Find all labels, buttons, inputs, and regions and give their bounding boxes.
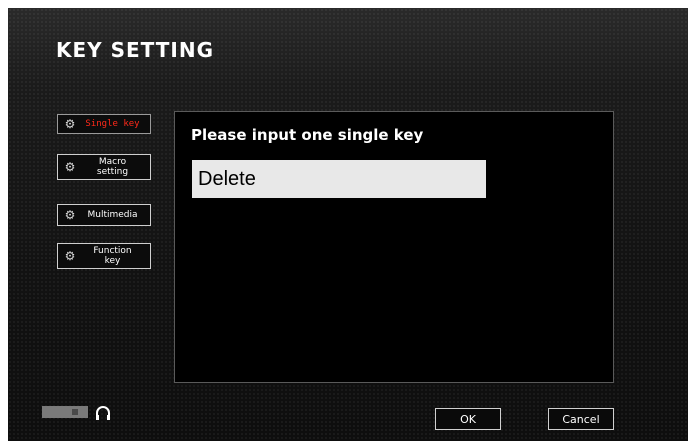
- brand-logo-icon: [42, 406, 88, 418]
- sidebar-item-label: Function key: [93, 246, 132, 266]
- gear-icon: ⚙: [64, 160, 76, 174]
- sidebar-item-function-key[interactable]: ⚙ Function key: [57, 243, 151, 269]
- input-prompt: Please input one single key: [191, 126, 424, 144]
- headset-icon: [96, 406, 110, 420]
- sidebar-item-macro-setting[interactable]: ⚙ Macro setting: [57, 154, 151, 180]
- sidebar-item-single-key[interactable]: ⚙ Single key: [57, 114, 151, 134]
- single-key-field[interactable]: [192, 160, 486, 198]
- dialog-title: KEY SETTING: [56, 38, 215, 62]
- gear-icon: ⚙: [64, 208, 76, 222]
- sidebar-item-label: Macro setting: [96, 157, 129, 177]
- sidebar-item-label: Multimedia: [87, 210, 138, 220]
- ok-button[interactable]: OK: [435, 408, 501, 430]
- key-setting-dialog: KEY SETTING ⚙ Single key ⚙ Macro setting…: [8, 8, 688, 441]
- sidebar-item-multimedia[interactable]: ⚙ Multimedia: [57, 204, 151, 226]
- sidebar-item-label: Single key: [85, 119, 140, 129]
- gear-icon: ⚙: [64, 117, 76, 131]
- gear-icon: ⚙: [64, 249, 76, 263]
- key-input-panel: Please input one single key: [174, 111, 614, 383]
- cancel-button[interactable]: Cancel: [548, 408, 614, 430]
- logo-mark: [72, 409, 78, 415]
